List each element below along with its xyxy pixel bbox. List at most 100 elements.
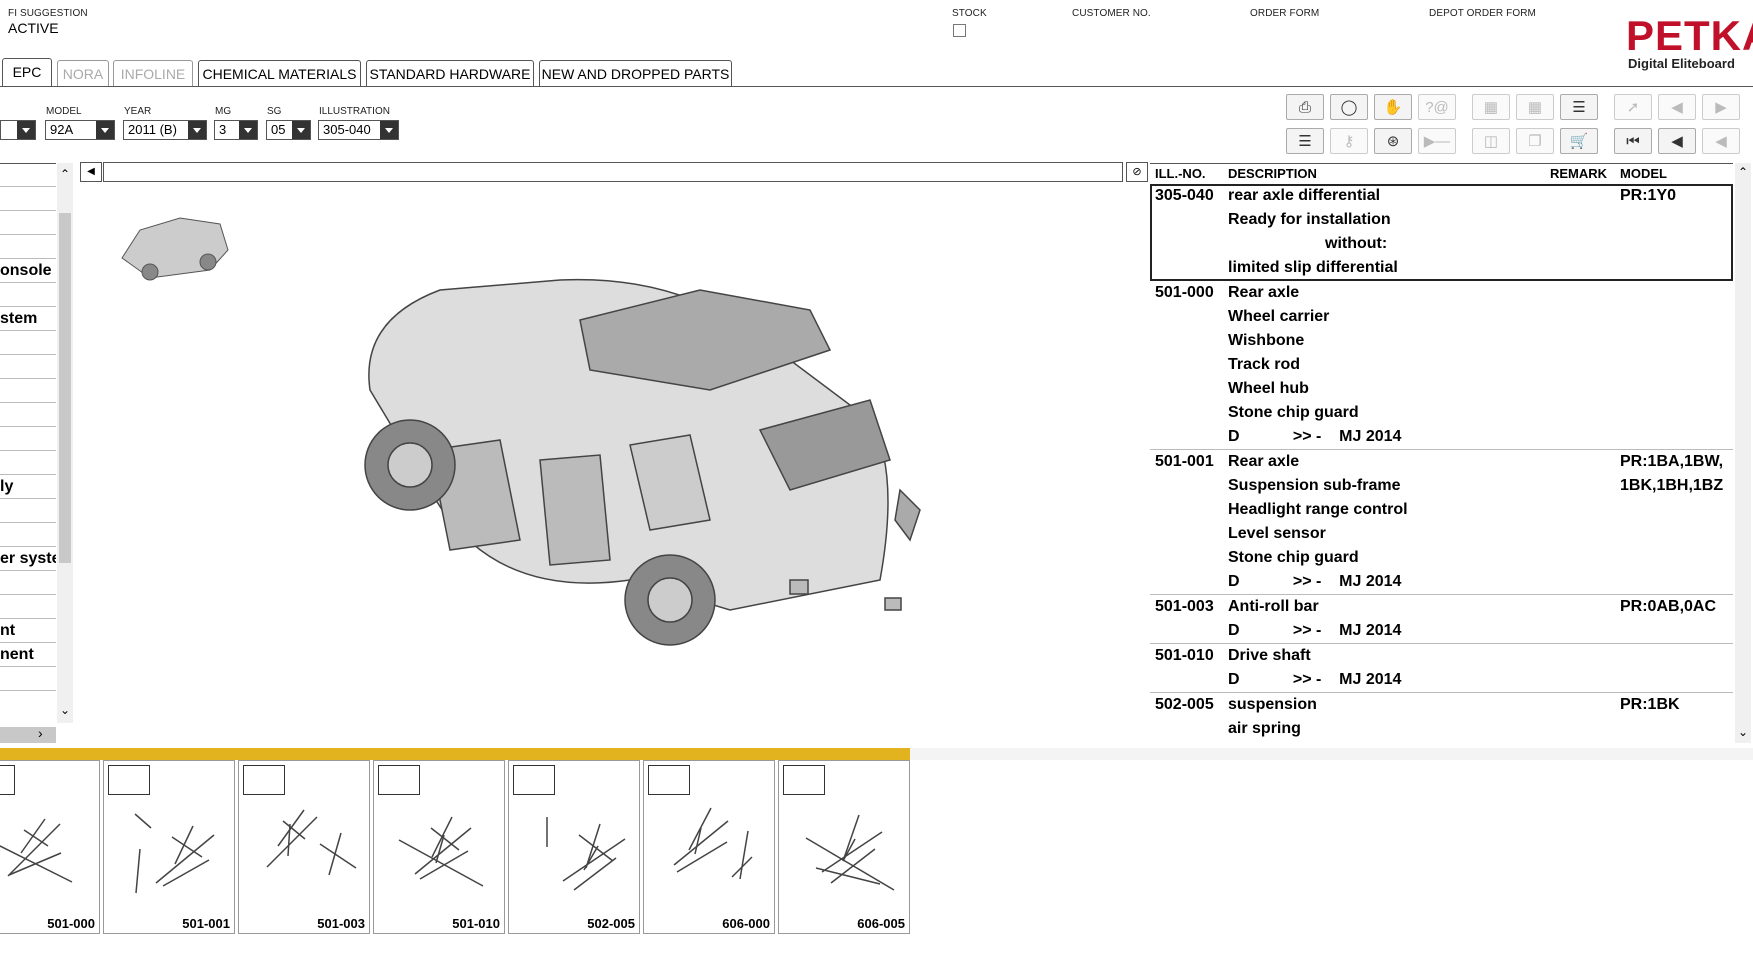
axle-icon[interactable]: ⊛ — [1374, 128, 1412, 154]
table-row[interactable]: air spring — [1150, 717, 1733, 741]
illustration-thumbnail[interactable]: 501-000 — [0, 760, 100, 934]
print-icon[interactable]: ⎙ — [1286, 94, 1324, 120]
depot-order-form-label[interactable]: DEPOT ORDER FORM — [1429, 8, 1536, 19]
illustration-select[interactable]: 305-040 — [318, 120, 399, 140]
chevron-down-icon[interactable] — [380, 121, 398, 139]
table-row[interactable]: limited slip differential — [1150, 256, 1733, 280]
list-view-icon[interactable]: ☰ — [1286, 128, 1324, 154]
parts-group[interactable]: 501-000 Rear axle Wheel carrier Wishbone Tra… — [1150, 281, 1733, 450]
left-list-item[interactable] — [0, 187, 56, 211]
table-row[interactable]: Track rod — [1150, 353, 1733, 377]
exploded-car-illustration[interactable] — [110, 200, 930, 660]
table-row[interactable]: 501-010 Drive shaft — [1150, 644, 1733, 668]
customer-no-label[interactable]: CUSTOMER NO. — [1072, 8, 1151, 19]
compare-icon[interactable]: ◫ — [1472, 128, 1510, 154]
chevron-down-icon[interactable] — [17, 121, 35, 139]
hide-icon[interactable]: ⊘ — [1126, 162, 1148, 182]
chevron-down-icon[interactable] — [96, 121, 114, 139]
table-row[interactable]: 501-001 Rear axle PR:1BA,1BW, — [1150, 450, 1733, 474]
parts-group[interactable]: 305-040 rear axle differential PR:1Y0 Ready… — [1150, 184, 1733, 281]
illustration-thumbnail[interactable]: 502-005 — [508, 760, 640, 934]
chevron-down-icon[interactable] — [292, 121, 310, 139]
chevron-right-icon[interactable]: › — [38, 725, 43, 741]
play-icon[interactable]: ▶— — [1418, 128, 1456, 154]
parts-group[interactable]: 501-010 Drive shaft D >> - MJ 2014 — [1150, 644, 1733, 693]
illustration-thumbnail[interactable]: 501-010 — [373, 760, 505, 934]
table-row[interactable]: Stone chip guard — [1150, 401, 1733, 425]
left-list-item[interactable] — [0, 211, 56, 235]
model-select[interactable]: 92A — [45, 120, 115, 140]
table-row[interactable]: without: — [1150, 232, 1733, 256]
left-list-item[interactable] — [0, 379, 56, 403]
table-row[interactable]: Level sensor — [1150, 522, 1733, 546]
scroll-left-button[interactable]: ◀ — [80, 162, 102, 182]
copy-icon[interactable]: ❐ — [1516, 128, 1554, 154]
stock-checkbox[interactable] — [953, 24, 966, 37]
parts-scrollbar[interactable]: ⌃ ⌄ — [1735, 163, 1751, 743]
table-row[interactable]: 502-005 suspension PR:1BK — [1150, 693, 1733, 717]
left-list-item[interactable] — [0, 427, 56, 451]
scrollbar-thumb[interactable] — [59, 213, 71, 563]
left-list-item[interactable] — [0, 283, 56, 307]
cd-search-icon[interactable]: ◯ — [1330, 94, 1368, 120]
next-page-icon[interactable]: ◀ — [1702, 128, 1740, 154]
depot-icon[interactable]: ▦ — [1516, 94, 1554, 120]
tab-standard-hardware[interactable]: STANDARD HARDWARE — [366, 60, 534, 86]
left-list-item[interactable]: onsole — [0, 259, 56, 283]
left-hscrollbar-thumb[interactable] — [0, 727, 56, 743]
left-list-item[interactable] — [0, 403, 56, 427]
tab-chemical-materials[interactable]: CHEMICAL MATERIALS — [198, 60, 361, 86]
left-list-item[interactable] — [0, 331, 56, 355]
illustration-thumbnail[interactable]: 606-000 — [643, 760, 775, 934]
left-list-item[interactable] — [0, 523, 56, 547]
tab-new-and-dropped-parts[interactable]: NEW AND DROPPED PARTS — [539, 60, 732, 86]
previous-page-icon[interactable]: ◀ — [1658, 128, 1696, 154]
left-list-item[interactable] — [0, 235, 56, 259]
table-row[interactable]: 501-000 Rear axle — [1150, 281, 1733, 305]
left-list-item[interactable] — [0, 163, 56, 187]
table-row[interactable]: D >> - MJ 2014 — [1150, 619, 1733, 643]
key-icon[interactable]: ⚷ — [1330, 128, 1368, 154]
table-row[interactable]: D >> - MJ 2014 — [1150, 570, 1733, 594]
illustration-thumbnails[interactable]: 501-000 501-001 501-003 501-010 502-005 606-0… — [0, 760, 910, 936]
parts-group[interactable]: 502-005 suspension PR:1BK air spring D >> - … — [1150, 693, 1733, 744]
table-row[interactable]: Ready for installation — [1150, 208, 1733, 232]
chevron-down-icon[interactable]: ⌄ — [1738, 725, 1748, 739]
table-row[interactable]: D >> - MJ 2014 — [1150, 668, 1733, 692]
illustration-thumbnail[interactable]: 501-003 — [238, 760, 370, 934]
handshake-icon[interactable]: ✋ — [1374, 94, 1412, 120]
left-list-item[interactable] — [0, 355, 56, 379]
table-row[interactable]: Stone chip guard — [1150, 546, 1733, 570]
illustration-hscrollbar[interactable] — [103, 162, 1123, 182]
chevron-down-icon[interactable] — [188, 121, 206, 139]
table-row[interactable]: Headlight range control — [1150, 498, 1733, 522]
parts-group[interactable]: 501-003 Anti-roll bar PR:0AB,0AC D >> - MJ … — [1150, 595, 1733, 644]
table-row[interactable]: 305-040 rear axle differential PR:1Y0 — [1150, 184, 1733, 208]
order-form-label[interactable]: ORDER FORM — [1250, 8, 1319, 19]
table-row[interactable]: Suspension sub-frame 1BK,1BH,1BZ — [1150, 474, 1733, 498]
left-list-item[interactable] — [0, 499, 56, 523]
chevron-down-icon[interactable]: ⌄ — [60, 703, 70, 717]
first-page-icon[interactable]: ⏮ — [1614, 128, 1652, 154]
tab-infoline[interactable]: INFOLINE — [113, 60, 193, 86]
left-list-item[interactable]: nent — [0, 643, 56, 667]
help-icon[interactable]: ?@ — [1418, 94, 1456, 120]
table-row[interactable]: D >> - MJ 2014 — [1150, 425, 1733, 449]
illustration-thumbnail[interactable]: 606-005 — [778, 760, 910, 934]
chevron-up-icon[interactable]: ⌃ — [1738, 165, 1748, 179]
left-list-item[interactable]: nt — [0, 619, 56, 643]
catalog-select[interactable] — [0, 120, 36, 140]
table-row[interactable]: 501-003 Anti-roll bar PR:0AB,0AC — [1150, 595, 1733, 619]
page-back-icon[interactable]: ◀ — [1658, 94, 1696, 120]
tab-nora[interactable]: NORA — [57, 60, 109, 86]
left-navigation-list[interactable]: onsole stem ly er syster ntnent — [0, 163, 56, 715]
cart-list-icon[interactable]: ☰ — [1560, 94, 1598, 120]
piwis-icon[interactable]: ▦ — [1472, 94, 1510, 120]
table-row[interactable]: D >> - MJ 2014 — [1150, 741, 1733, 744]
mg-select[interactable]: 3 — [214, 120, 258, 140]
table-row[interactable]: Wheel hub — [1150, 377, 1733, 401]
parts-table[interactable]: 305-040 rear axle differential PR:1Y0 Ready… — [1150, 184, 1733, 744]
left-list-item[interactable]: stem — [0, 307, 56, 331]
chevron-down-icon[interactable] — [239, 121, 257, 139]
left-list-item[interactable] — [0, 571, 56, 595]
